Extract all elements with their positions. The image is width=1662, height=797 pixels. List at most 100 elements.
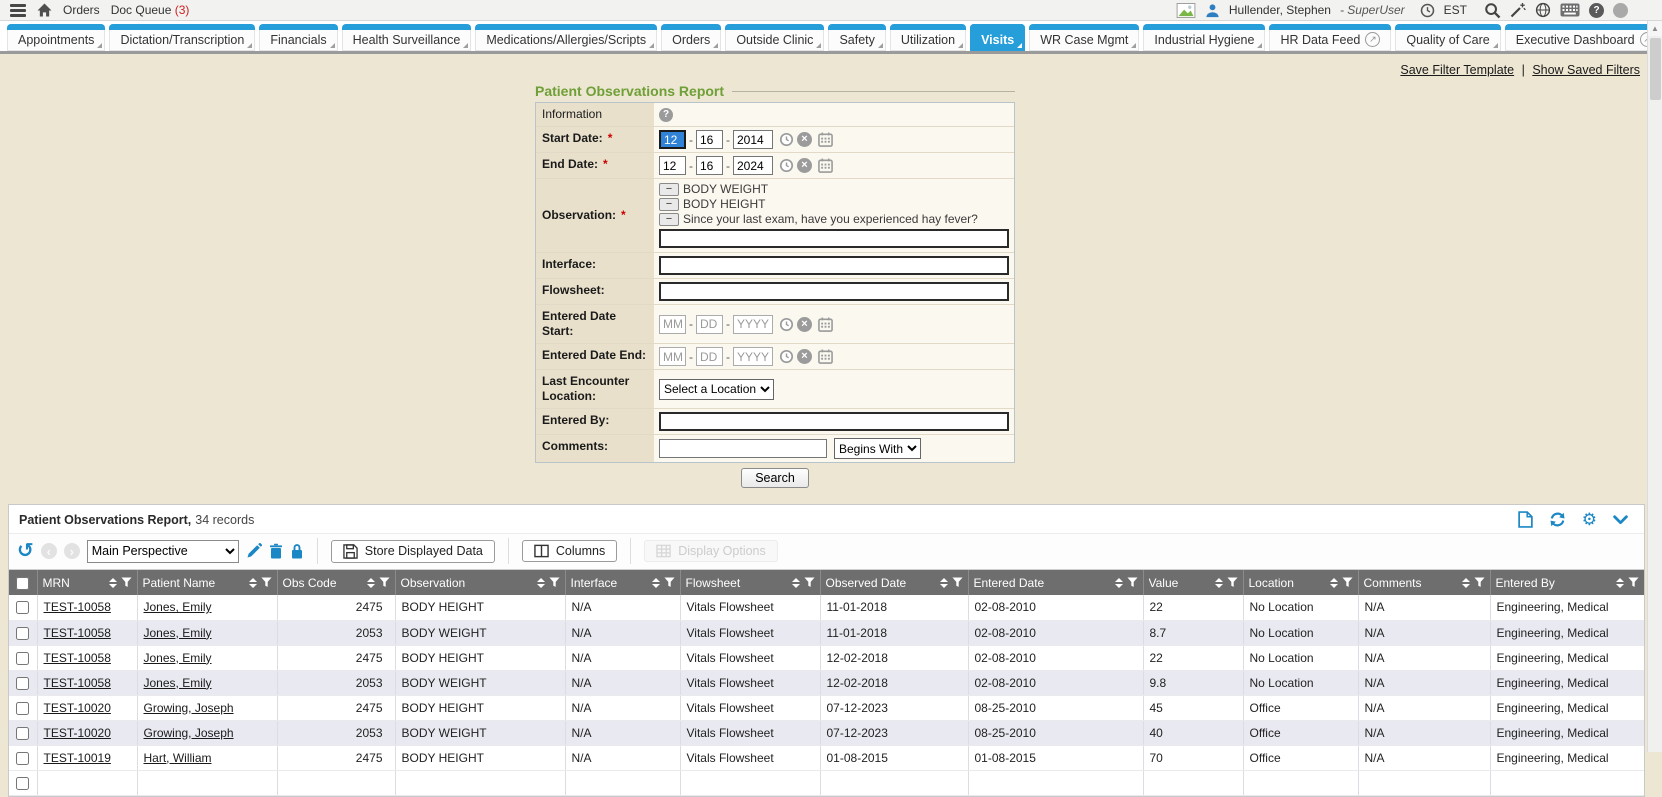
help-icon[interactable]: ? — [1589, 3, 1604, 18]
observation-search-input[interactable] — [659, 229, 1009, 248]
calendar-icon[interactable] — [818, 317, 833, 332]
entered-by-input[interactable] — [659, 412, 1009, 431]
sort-icon[interactable] — [792, 578, 800, 588]
tab-health-surveillance[interactable]: Health Surveillance — [342, 24, 472, 51]
wand-icon[interactable] — [1510, 2, 1526, 18]
search-icon[interactable] — [1484, 2, 1501, 19]
row-checkbox[interactable] — [16, 752, 29, 765]
start-date-month-input[interactable] — [659, 130, 686, 149]
clear-date-icon[interactable]: × — [797, 349, 812, 364]
clear-date-icon[interactable]: × — [797, 158, 812, 173]
remove-observation-button[interactable]: − — [659, 198, 679, 211]
entered-date-end-month-input[interactable] — [659, 347, 686, 366]
mrn-link[interactable]: TEST-10058 — [44, 626, 111, 640]
mrn-link[interactable]: TEST-10058 — [44, 600, 111, 614]
filter-icon[interactable] — [804, 577, 815, 588]
mrn-link[interactable]: TEST-10020 — [44, 701, 111, 715]
tab-quality-of-care[interactable]: Quality of Care — [1395, 24, 1500, 51]
undo-icon[interactable]: ↺ — [17, 542, 34, 560]
row-checkbox[interactable] — [16, 777, 29, 790]
gear-icon[interactable]: ⚙ — [1582, 511, 1597, 528]
tab-dictation-transcription[interactable]: Dictation/Transcription — [109, 24, 255, 51]
remove-observation-button[interactable]: − — [659, 183, 679, 196]
entered-date-start-year-input[interactable] — [733, 315, 773, 334]
row-checkbox[interactable] — [16, 652, 29, 665]
nav-doc-queue[interactable]: Doc Queue (3) — [111, 3, 190, 17]
edit-perspective-icon[interactable] — [246, 543, 262, 559]
clear-date-icon[interactable]: × — [797, 317, 812, 332]
scrollbar-thumb[interactable] — [1650, 38, 1661, 100]
sort-icon[interactable] — [249, 578, 257, 588]
row-checkbox[interactable] — [16, 601, 29, 614]
start-date-day-input[interactable] — [696, 130, 723, 149]
entered-date-end-year-input[interactable] — [733, 347, 773, 366]
mrn-link[interactable]: TEST-10058 — [44, 676, 111, 690]
sort-icon[interactable] — [1462, 578, 1470, 588]
scrollbar-up-arrow[interactable]: ▲ — [1648, 21, 1662, 36]
sort-icon[interactable] — [109, 578, 117, 588]
comments-match-select[interactable]: Begins With — [834, 438, 921, 459]
patient-name-link[interactable]: Growing, Joseph — [144, 701, 234, 715]
vertical-scrollbar[interactable]: ▲ — [1647, 21, 1662, 752]
filter-icon[interactable] — [1227, 577, 1238, 588]
patient-name-link[interactable]: Jones, Emily — [144, 600, 212, 614]
image-icon[interactable] — [1176, 3, 1196, 18]
column-header-patient-name[interactable]: Patient Name — [137, 570, 277, 595]
sort-icon[interactable] — [1215, 578, 1223, 588]
entered-date-start-day-input[interactable] — [696, 315, 723, 334]
tab-orders[interactable]: Orders — [661, 24, 721, 51]
tab-medications-allergies-scripts[interactable]: Medications/Allergies/Scripts — [475, 24, 657, 51]
tab-safety[interactable]: Safety — [828, 24, 885, 51]
sort-icon[interactable] — [940, 578, 948, 588]
time-icon[interactable] — [779, 317, 794, 332]
column-header-value[interactable]: Value — [1143, 570, 1243, 595]
entered-date-end-day-input[interactable] — [696, 347, 723, 366]
search-button[interactable]: Search — [741, 468, 809, 488]
sort-icon[interactable] — [1115, 578, 1123, 588]
patient-name-link[interactable]: Jones, Emily — [144, 676, 212, 690]
info-help-icon[interactable]: ? — [659, 108, 673, 122]
globe-icon[interactable] — [1535, 2, 1551, 18]
new-document-icon[interactable] — [1518, 511, 1533, 528]
column-header-observation[interactable]: Observation — [395, 570, 565, 595]
collapse-chevron-icon[interactable] — [1613, 515, 1628, 525]
select-all-checkbox[interactable] — [16, 577, 29, 590]
column-header-observed-date[interactable]: Observed Date — [820, 570, 968, 595]
tab-appointments[interactable]: Appointments — [7, 24, 105, 51]
column-header-interface[interactable]: Interface — [565, 570, 680, 595]
calendar-icon[interactable] — [818, 158, 833, 173]
start-date-year-input[interactable] — [733, 130, 773, 149]
column-header-comments[interactable]: Comments — [1358, 570, 1490, 595]
sort-icon[interactable] — [652, 578, 660, 588]
store-displayed-data-button[interactable]: Store Displayed Data — [331, 540, 495, 563]
lock-perspective-icon[interactable] — [290, 543, 304, 559]
tab-visits[interactable]: Visits — [970, 24, 1025, 51]
filter-icon[interactable] — [1474, 577, 1485, 588]
row-checkbox[interactable] — [16, 627, 29, 640]
column-header-obs-code[interactable]: Obs Code — [277, 570, 395, 595]
end-date-year-input[interactable] — [733, 156, 773, 175]
tab-outside-clinic[interactable]: Outside Clinic — [725, 24, 824, 51]
comments-input[interactable] — [659, 439, 827, 458]
save-filter-template-link[interactable]: Save Filter Template — [1400, 63, 1514, 77]
patient-name-link[interactable]: Jones, Emily — [144, 626, 212, 640]
filter-icon[interactable] — [952, 577, 963, 588]
mrn-link[interactable]: TEST-10020 — [44, 726, 111, 740]
end-date-day-input[interactable] — [696, 156, 723, 175]
patient-name-link[interactable]: Hart, William — [144, 751, 212, 765]
time-icon[interactable] — [779, 158, 794, 173]
filter-icon[interactable] — [1628, 577, 1639, 588]
nav-orders[interactable]: Orders — [63, 3, 100, 17]
remove-observation-button[interactable]: − — [659, 213, 679, 226]
filter-icon[interactable] — [1342, 577, 1353, 588]
filter-icon[interactable] — [261, 577, 272, 588]
keyboard-icon[interactable] — [1560, 3, 1580, 17]
sort-icon[interactable] — [367, 578, 375, 588]
sort-icon[interactable] — [1330, 578, 1338, 588]
tab-executive-dashboard[interactable]: Executive Dashboard↗ — [1505, 24, 1662, 51]
column-header-flowsheet[interactable]: Flowsheet — [680, 570, 820, 595]
column-header-entered-by[interactable]: Entered By — [1490, 570, 1644, 595]
time-icon[interactable] — [779, 132, 794, 147]
tab-utilization[interactable]: Utilization — [890, 24, 966, 51]
filter-icon[interactable] — [664, 577, 675, 588]
